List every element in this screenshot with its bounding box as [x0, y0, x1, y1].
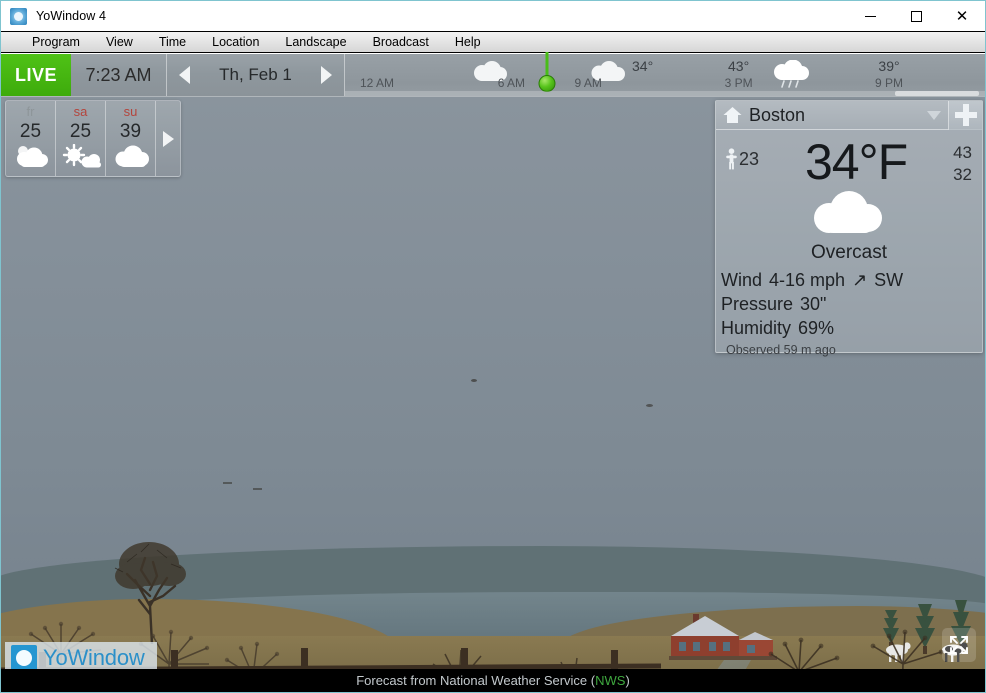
- menu-item-broadcast[interactable]: Broadcast: [360, 33, 442, 51]
- rain-cloud-icon: [773, 60, 809, 88]
- feels-like: 23: [724, 136, 759, 170]
- nws-link[interactable]: NWS: [595, 673, 625, 688]
- low-temp: 32: [953, 165, 972, 184]
- close-icon: ✕: [955, 6, 969, 25]
- timeline-temp: 34°: [632, 58, 654, 74]
- wind-direction: SW: [874, 270, 904, 290]
- plus-icon: [954, 104, 977, 126]
- timeline-tick: 9 AM: [574, 76, 602, 90]
- temperature-row: 23 34°F 43 32: [716, 130, 982, 190]
- bird-4: [253, 488, 262, 490]
- day-name: fr: [26, 104, 35, 119]
- partly-cloudy-icon: [16, 146, 48, 167]
- daily-forecast-strip: fr 25 sa 25 su 39: [5, 100, 181, 177]
- sun-cloud-icon: [62, 144, 101, 168]
- timeline-tick: 6 AM: [497, 76, 526, 90]
- chevron-left-icon[interactable]: [179, 66, 190, 84]
- wind-value: 4-16 mph: [769, 270, 846, 290]
- wind-row: Wind 4-16 mph ↗ SW: [721, 268, 982, 292]
- menu-bar: Program View Time Location Landscape Bro…: [1, 31, 985, 53]
- pressure-value: 30": [800, 294, 827, 314]
- pressure-row: Pressure 30": [721, 292, 982, 316]
- yowindow-app-icon: [10, 7, 27, 25]
- menu-item-landscape[interactable]: Landscape: [272, 33, 359, 51]
- window-title: YoWindow 4: [36, 9, 107, 23]
- day-name: su: [123, 104, 138, 119]
- location-header: Boston: [716, 100, 982, 130]
- menu-item-location[interactable]: Location: [199, 33, 272, 51]
- date-navigator: Th, Feb 1: [167, 54, 345, 96]
- chevron-down-icon: [927, 110, 941, 120]
- weather-details: Wind 4-16 mph ↗ SW Pressure 30" Humidity…: [716, 264, 982, 357]
- chevron-right-icon[interactable]: [320, 66, 332, 84]
- minimize-button[interactable]: [847, 1, 893, 31]
- timeline-scrollbar-thumb[interactable]: [895, 91, 979, 96]
- chevron-right-icon: [162, 130, 174, 147]
- location-dropdown-button[interactable]: [920, 101, 948, 130]
- fullscreen-expand-icon: [950, 636, 968, 654]
- timeline-tick: 9 PM: [874, 76, 904, 90]
- status-prefix: Forecast from National Weather Service (: [356, 673, 596, 688]
- timeline-scrubber-knob[interactable]: [538, 75, 556, 92]
- timeline-temp: 43°: [728, 58, 750, 74]
- location-actions: [920, 100, 982, 130]
- forecast-day-sa[interactable]: sa 25: [56, 101, 106, 176]
- title-bar: YoWindow 4 ✕: [1, 1, 985, 31]
- bird-2: [646, 404, 653, 407]
- condition-icon-wrap: [716, 190, 982, 240]
- humidity-value: 69%: [798, 318, 835, 338]
- timeline-temp: 39°: [878, 58, 900, 74]
- status-bar: Forecast from National Weather Service (…: [1, 669, 985, 692]
- forecast-day-fr[interactable]: fr 25: [6, 101, 56, 176]
- status-suffix: ): [625, 673, 630, 688]
- forecast-day-su[interactable]: su 39: [106, 101, 156, 176]
- high-low-temps: 43 32: [953, 136, 972, 186]
- timeline-tick: 3 PM: [724, 76, 753, 90]
- high-temp: 43: [953, 143, 972, 162]
- next-days-button[interactable]: [156, 101, 180, 176]
- arrow-ne-icon: ↗: [852, 270, 868, 290]
- minimize-icon: [864, 15, 876, 17]
- wind-label: Wind: [721, 270, 763, 290]
- live-button[interactable]: LIVE: [1, 54, 71, 96]
- bird-3: [223, 482, 232, 484]
- day-temp: 25: [19, 121, 42, 142]
- feels-like-value: 23: [739, 148, 760, 169]
- maximize-icon: [910, 10, 922, 22]
- day-temp: 39: [119, 121, 142, 142]
- add-location-button[interactable]: [948, 100, 982, 130]
- time-bar: LIVE 7:23 AM Th, Feb 1 34° 43° 39° 12 AM…: [1, 52, 985, 97]
- humidity-label: Humidity: [721, 318, 792, 338]
- menu-item-help[interactable]: Help: [442, 33, 494, 51]
- current-time[interactable]: 7:23 AM: [71, 54, 167, 96]
- city-name[interactable]: Boston: [749, 105, 805, 126]
- day-temp: 25: [69, 121, 92, 142]
- hourly-timeline[interactable]: 34° 43° 39° 12 AM 6 AM 9 AM 3 PM 9 PM: [345, 52, 985, 96]
- observed-time: Observed 59 m ago: [726, 343, 836, 357]
- humidity-row: Humidity 69%: [721, 316, 982, 340]
- fullscreen-button[interactable]: [942, 628, 976, 662]
- bird-1: [471, 379, 477, 382]
- yowindow-sun-logo: [11, 645, 37, 671]
- menu-item-program[interactable]: Program: [19, 33, 93, 51]
- logo-text: YoWindow: [43, 645, 145, 670]
- condition-text: Overcast: [810, 242, 888, 263]
- timeline-tick: 12 AM: [359, 76, 395, 90]
- yowindow-app-window: YoWindow 4 ✕ Program View Time Location …: [0, 0, 986, 693]
- person-icon: [726, 148, 737, 170]
- home-icon: [723, 107, 742, 123]
- pressure-label: Pressure: [721, 294, 794, 314]
- timeline-scrollbar-track[interactable]: [345, 91, 985, 96]
- overcast-cloud-icon: [814, 191, 882, 233]
- day-name: sa: [73, 104, 88, 119]
- cloud-icon: [115, 145, 149, 167]
- close-button[interactable]: ✕: [939, 1, 985, 31]
- menu-item-view[interactable]: View: [93, 33, 146, 51]
- current-weather-panel: Boston 23 34°F 43 32 Overcast Wind 4-16 …: [715, 100, 983, 357]
- maximize-button[interactable]: [893, 1, 939, 31]
- menu-item-time[interactable]: Time: [146, 33, 199, 51]
- current-temperature: 34°F: [804, 134, 908, 190]
- window-controls: ✕: [847, 1, 985, 31]
- current-date[interactable]: Th, Feb 1: [219, 65, 292, 85]
